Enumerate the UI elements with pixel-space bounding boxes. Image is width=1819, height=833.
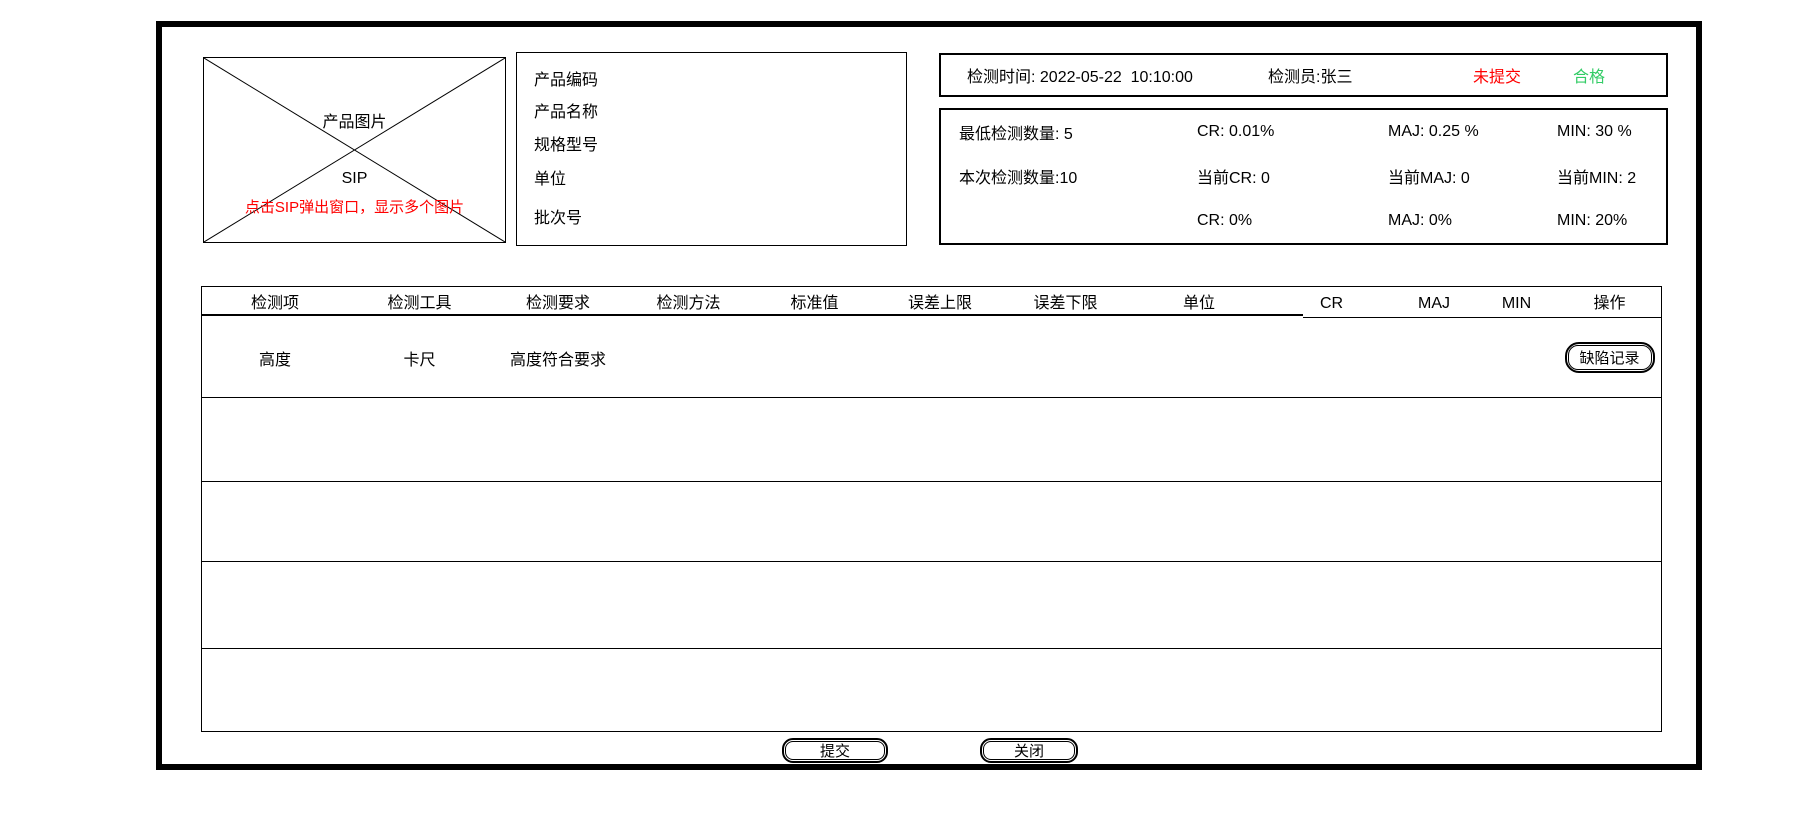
table-row-empty [202,562,1661,649]
stat-min-rate: MIN: 20% [1539,199,1666,243]
inspection-header-panel: 检测时间: 2022-05-22 10:10:00 检测员:张三 未提交 合格 [939,53,1668,97]
product-image-placeholder[interactable]: 产品图片 SIP 点击SIP弹出窗口，显示多个图片 [203,57,506,243]
field-label-spec-model: 规格型号 [534,131,598,155]
field-label-batch-number: 批次号 [534,204,582,228]
stat-current-cr: 当前CR: 0 [1179,154,1370,198]
stat-maj-rate: MAJ: 0% [1370,199,1539,243]
field-label-product-code: 产品编码 [534,66,598,90]
stat-cr-rate: CR: 0% [1179,199,1370,243]
stat-current-min: 当前MIN: 2 [1539,154,1666,198]
header-divider-left [202,314,1303,316]
inspection-time: 检测时间: 2022-05-22 10:10:00 [967,63,1193,87]
table-row-empty [202,398,1661,482]
header-cell-action: 操作 [1558,287,1661,316]
header-cell-lower-tolerance: 误差下限 [1003,287,1128,316]
sip-link[interactable]: SIP [204,170,505,188]
stat-min-limit: MIN: 30 % [1539,110,1666,154]
header-cell-tool: 检测工具 [348,287,491,316]
submit-button[interactable]: 提交 [782,738,888,763]
header-cell-maj: MAJ [1393,287,1475,316]
inspection-stats-panel: 最低检测数量: 5 CR: 0.01% MAJ: 0.25 % MIN: 30 … [939,108,1668,245]
header-cell-item: 检测项 [202,287,348,316]
field-label-product-name: 产品名称 [534,98,598,122]
stat-current-sample-qty: 本次检测数量:10 [941,154,1179,198]
header-cell-standard-value: 标准值 [752,287,877,316]
stat-min-sample-qty: 最低检测数量: 5 [941,110,1179,154]
cell-tool: 卡尺 [348,346,491,370]
header-cell-requirement: 检测要求 [491,287,625,316]
status-result: 合格 [1573,63,1605,87]
cell-item: 高度 [202,346,348,370]
stat-cr-limit: CR: 0.01% [1179,110,1370,154]
header-cell-unit: 单位 [1128,287,1270,316]
status-unsubmitted: 未提交 [1473,63,1521,87]
close-button[interactable]: 关闭 [980,738,1078,763]
table-body: 高度 卡尺 高度符合要求 缺陷记录 [202,318,1661,731]
product-info-panel: 产品编码 产品名称 规格型号 单位 批次号 [516,52,907,246]
header-cell-cr: CR [1270,287,1393,316]
sip-hint-text: 点击SIP弹出窗口，显示多个图片 [204,196,505,217]
table-header-row: 检测项 检测工具 检测要求 检测方法 标准值 误差上限 误差下限 单位 CR M… [202,287,1661,316]
stat-blank [941,199,1179,243]
header-cell-min: MIN [1475,287,1558,316]
table-row[interactable]: 高度 卡尺 高度符合要求 缺陷记录 [202,318,1661,398]
inspection-items-table: 检测项 检测工具 检测要求 检测方法 标准值 误差上限 误差下限 单位 CR M… [201,286,1662,732]
header-cell-method: 检测方法 [625,287,752,316]
field-label-unit: 单位 [534,165,566,189]
table-row-empty [202,649,1661,731]
product-image-label: 产品图片 [204,108,505,132]
table-row-empty [202,482,1661,562]
cell-requirement: 高度符合要求 [491,346,625,370]
inspection-window: 产品图片 SIP 点击SIP弹出窗口，显示多个图片 产品编码 产品名称 规格型号… [0,0,1819,833]
stat-current-maj: 当前MAJ: 0 [1370,154,1539,198]
defect-record-button[interactable]: 缺陷记录 [1565,342,1655,373]
header-cell-upper-tolerance: 误差上限 [877,287,1003,316]
stat-maj-limit: MAJ: 0.25 % [1370,110,1539,154]
inspector-name: 检测员:张三 [1268,63,1352,87]
